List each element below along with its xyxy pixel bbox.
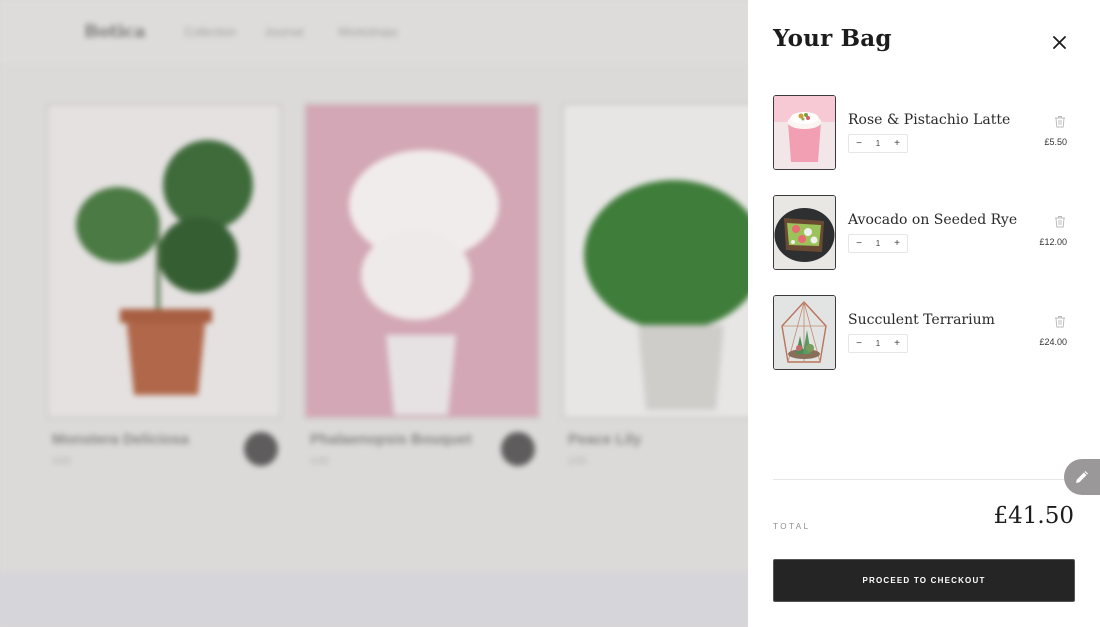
background-product-price: £00 <box>568 456 588 467</box>
cart-item: Succulent Terrarium − 1 + £24.00 <box>773 295 1075 371</box>
increase-button[interactable]: + <box>887 335 907 352</box>
trash-icon[interactable] <box>1054 215 1066 228</box>
background-product-title: Peace Lily <box>568 431 642 448</box>
background-add-button <box>244 432 278 466</box>
background-product-title: Phalaenopsis Bouquet <box>310 431 472 448</box>
background-add-button <box>501 432 535 466</box>
background-product-title: Monstera Deliciosa <box>52 431 189 448</box>
background-nav-item: Collection <box>184 25 237 39</box>
increase-button[interactable]: + <box>887 235 907 252</box>
cart-divider <box>773 479 1100 480</box>
latte-thumbnail[interactable] <box>773 95 836 170</box>
quantity-stepper: − 1 + <box>848 334 908 353</box>
background-logo: Botica <box>84 22 146 42</box>
increase-button[interactable]: + <box>887 135 907 152</box>
pencil-icon <box>1076 471 1088 483</box>
cart-item: Avocado on Seeded Rye − 1 + £12.00 <box>773 195 1075 271</box>
terrarium-thumbnail[interactable] <box>773 295 836 370</box>
close-button[interactable] <box>1048 31 1070 53</box>
item-price: £5.50 <box>1044 137 1067 147</box>
checkout-button[interactable]: PROCEED TO CHECKOUT <box>773 559 1075 602</box>
trash-icon[interactable] <box>1054 115 1066 128</box>
decrease-button[interactable]: − <box>849 135 869 152</box>
background-nav-item: Workshops <box>338 25 398 39</box>
avocado-toast-thumbnail[interactable] <box>773 195 836 270</box>
item-name: Rose & Pistachio Latte <box>848 112 1011 128</box>
decrease-button[interactable]: − <box>849 335 869 352</box>
item-price: £12.00 <box>1039 237 1067 247</box>
item-name: Succulent Terrarium <box>848 312 995 328</box>
decrease-button[interactable]: − <box>849 235 869 252</box>
quantity-value: 1 <box>875 339 881 348</box>
total-label: TOTAL <box>773 522 811 531</box>
quantity-value: 1 <box>875 239 881 248</box>
total-value: £41.50 <box>993 503 1074 529</box>
trash-icon[interactable] <box>1054 315 1066 328</box>
quantity-stepper: − 1 + <box>848 234 908 253</box>
background-product-card <box>304 103 540 419</box>
quantity-stepper: − 1 + <box>848 134 908 153</box>
background-product-price: £00 <box>52 456 72 467</box>
cart-title: Your Bag <box>773 25 892 52</box>
item-price: £24.00 <box>1039 337 1067 347</box>
edit-button[interactable] <box>1064 459 1100 495</box>
background-product-card <box>46 103 282 419</box>
item-name: Avocado on Seeded Rye <box>848 212 1018 228</box>
close-icon <box>1052 35 1066 49</box>
cart-item: Rose & Pistachio Latte − 1 + £5.50 <box>773 95 1075 171</box>
cart-drawer: Your Bag Rose & Pistachio Latte − 1 + £5… <box>748 0 1100 627</box>
background-nav-item: Journal <box>264 25 304 39</box>
quantity-value: 1 <box>875 139 881 148</box>
background-product-price: £00 <box>310 456 330 467</box>
